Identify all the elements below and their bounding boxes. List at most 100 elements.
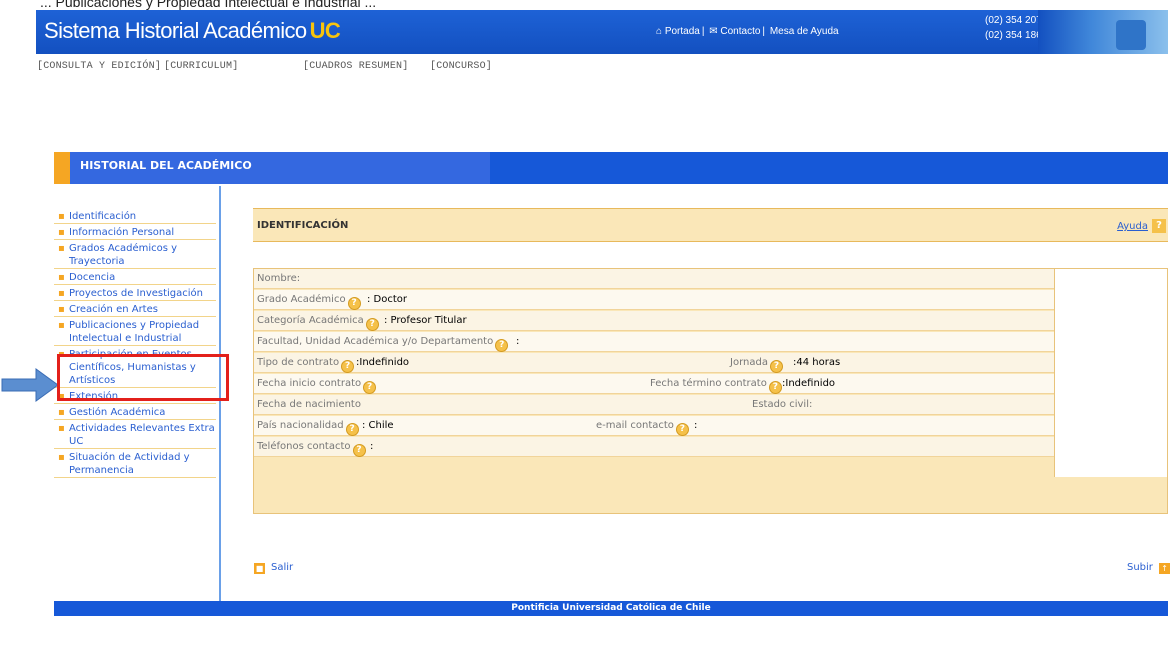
- categoria-label-text: Categoría Académica: [257, 315, 364, 326]
- app-title: Sistema Historial Académico UC: [44, 18, 341, 44]
- row-grado: Grado Académico? : Doctor: [254, 290, 1054, 310]
- footer-bar: Pontificia Universidad Católica de Chile: [54, 601, 1168, 616]
- menu-cuadros[interactable]: [CUADROS RESUMEN]: [303, 61, 408, 72]
- jornada-label: Jornada?: [730, 357, 783, 373]
- row-categoria: Categoría Académica? : Profesor Titular: [254, 311, 1054, 331]
- sidebar-item-label: Grados Académicos y Trayectoria: [69, 243, 178, 267]
- row-fechas: Fecha inicio contrato? Fecha término con…: [254, 374, 1054, 394]
- salir-button[interactable]: ■ Salir: [254, 562, 293, 574]
- app-header: Sistema Historial Académico UC ⌂ Portada |…: [36, 10, 1168, 54]
- menu-consulta[interactable]: [CONSULTA Y EDICIÓN]: [37, 61, 161, 72]
- email-value: :: [694, 420, 698, 431]
- sidebar-item-label: Gestión Académica: [69, 407, 166, 418]
- nombre-label: Nombre:: [257, 273, 301, 284]
- sidebar-item-label: Proyectos de Investigación: [69, 288, 204, 299]
- section-accent: [54, 152, 70, 184]
- inicio-label: Fecha inicio contrato?: [257, 378, 377, 394]
- screenshot-caption: ... Publicaciones y Propiedad Intelectua…: [40, 0, 377, 10]
- sidebar-item-label: Docencia: [69, 272, 116, 283]
- bullet-icon: ▪: [58, 407, 65, 418]
- help-icon[interactable]: ?: [1152, 219, 1166, 233]
- help-icon[interactable]: ?: [341, 360, 355, 373]
- photo-placeholder: [1054, 269, 1167, 477]
- sidebar-item-informacion-personal[interactable]: ▪ Información Personal: [54, 226, 216, 240]
- sidebar: ▪ Identificación ▪ Información Personal ▪ G…: [54, 210, 216, 480]
- inicio-label-text: Fecha inicio contrato: [257, 378, 362, 389]
- facultad-value: :: [516, 336, 520, 347]
- sidebar-item-actividades[interactable]: ▪ Actividades Relevantes Extra UC: [54, 422, 216, 449]
- exit-icon: ■: [254, 563, 265, 574]
- sidebar-item-label: Creación en Artes: [69, 304, 158, 315]
- help-icon[interactable]: ?: [352, 444, 366, 457]
- nacimiento-label: Fecha de nacimiento: [257, 399, 361, 410]
- bullet-icon: ▪: [58, 320, 65, 331]
- termino-label-text: Fecha término contrato: [650, 378, 767, 389]
- row-facultad: Facultad, Unidad Académica y/o Departame…: [254, 332, 1054, 352]
- row-nombre: Nombre:: [254, 269, 1054, 289]
- telefonos-value: :: [370, 441, 374, 452]
- sidebar-item-label: Identificación: [69, 211, 137, 222]
- subir-button[interactable]: Subir ↑: [1127, 562, 1171, 574]
- sidebar-item-creacion[interactable]: ▪ Creación en Artes: [54, 303, 216, 317]
- grado-label-text: Grado Académico: [257, 294, 346, 305]
- sidebar-item-proyectos[interactable]: ▪ Proyectos de Investigación: [54, 287, 216, 301]
- categoria-label: Categoría Académica?: [257, 315, 379, 331]
- sidebar-item-grados[interactable]: ▪ Grados Académicos y Trayectoria: [54, 242, 216, 269]
- email-label: e-mail contacto?: [596, 420, 689, 436]
- jornada-value: :44 horas: [793, 357, 841, 368]
- portada-link[interactable]: ⌂ Portada: [656, 26, 700, 37]
- help-icon[interactable]: ?: [345, 423, 359, 436]
- jornada-label-text: Jornada: [730, 357, 768, 368]
- mesa-ayuda-link[interactable]: Mesa de Ayuda: [770, 26, 839, 37]
- identificacion-table: Nombre: Grado Académico? : Doctor Catego…: [253, 268, 1168, 514]
- pointer-arrow-icon: [1, 368, 59, 402]
- row-nacimiento: Fecha de nacimiento Estado civil:: [254, 395, 1054, 415]
- bullet-icon: ▪: [58, 304, 65, 315]
- bullet-icon: ▪: [58, 227, 65, 238]
- ayuda-link[interactable]: Ayuda: [1117, 221, 1148, 232]
- categoria-value: : Profesor Titular: [384, 315, 467, 326]
- section-header-bar: HISTORIAL DEL ACADÉMICO: [54, 152, 1168, 184]
- email-label-text: e-mail contacto: [596, 420, 674, 431]
- header-decoration: [1038, 10, 1168, 54]
- pais-label-text: País nacionalidad: [257, 420, 344, 431]
- termino-value: :Indefinido: [782, 378, 836, 389]
- contacto-link[interactable]: ✉ Contacto: [709, 26, 760, 37]
- sidebar-item-gestion[interactable]: ▪ Gestión Académica: [54, 406, 216, 420]
- header-graphic: [1116, 20, 1146, 50]
- facultad-label-text: Facultad, Unidad Académica y/o Departame…: [257, 336, 494, 347]
- telefonos-label: Teléfonos contacto?: [257, 441, 366, 457]
- pais-value: : Chile: [362, 420, 394, 431]
- help-icon[interactable]: ?: [363, 381, 377, 394]
- facultad-label: Facultad, Unidad Académica y/o Departame…: [257, 336, 509, 352]
- sidebar-item-label: Información Personal: [69, 227, 175, 238]
- sidebar-item-identificacion[interactable]: ▪ Identificación: [54, 210, 216, 224]
- help-icon[interactable]: ?: [675, 423, 689, 436]
- bullet-icon: ▪: [58, 272, 65, 283]
- app-title-uc: UC: [309, 18, 341, 43]
- help-icon[interactable]: ?: [347, 297, 361, 310]
- bullet-icon: ▪: [58, 288, 65, 299]
- row-tipo-contrato: Tipo de contrato? :Indefinido Jornada? :…: [254, 353, 1054, 373]
- sidebar-item-situacion[interactable]: ▪ Situación de Actividad y Permanencia: [54, 451, 216, 478]
- estado-civil-label: Estado civil:: [752, 399, 813, 410]
- pais-label: País nacionalidad?: [257, 420, 359, 436]
- help-icon[interactable]: ?: [769, 360, 783, 373]
- tipo-value: :Indefinido: [356, 357, 410, 368]
- row-pais: País nacionalidad? : Chile e-mail contac…: [254, 416, 1054, 436]
- termino-label: Fecha término contrato?: [650, 378, 782, 394]
- sidebar-item-publicaciones[interactable]: ▪ Publicaciones y Propiedad Intelectual e…: [54, 319, 216, 346]
- menu-curriculum[interactable]: [CURRICULUM]: [164, 61, 238, 72]
- menu-concurso[interactable]: [CONCURSO]: [430, 61, 492, 72]
- section-title: HISTORIAL DEL ACADÉMICO: [80, 159, 252, 172]
- bullet-icon: ▪: [58, 243, 65, 254]
- bullet-icon: ▪: [58, 423, 65, 434]
- help-icon[interactable]: ?: [768, 381, 782, 394]
- help-icon[interactable]: ?: [365, 318, 379, 331]
- grado-label: Grado Académico?: [257, 294, 361, 310]
- help-icon[interactable]: ?: [495, 339, 509, 352]
- up-arrow-icon: ↑: [1159, 563, 1171, 574]
- bullet-icon: ▪: [58, 211, 65, 222]
- grado-value: : Doctor: [367, 294, 408, 305]
- sidebar-item-docencia[interactable]: ▪ Docencia: [54, 271, 216, 285]
